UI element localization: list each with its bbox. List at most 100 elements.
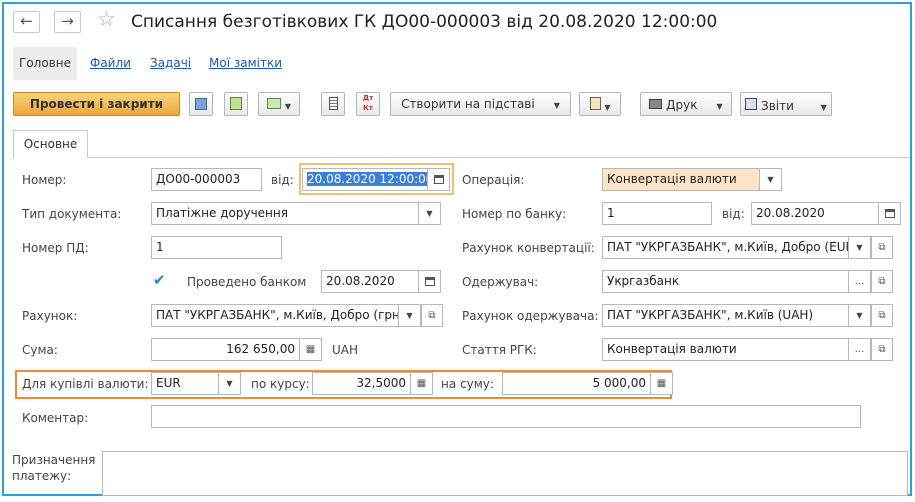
more-icon: ... <box>854 276 865 287</box>
post-close-button[interactable]: Провести і закрити <box>13 92 180 116</box>
more-icon: ... <box>854 344 865 355</box>
chevron-down-icon: ▼ <box>406 311 413 320</box>
paid-date-field[interactable]: 20.08.2020 <box>321 270 419 293</box>
amount-label: на суму: <box>441 377 494 391</box>
dt-kt-button[interactable]: Дт Кт <box>356 92 380 116</box>
tab-main[interactable]: Головне <box>13 47 77 80</box>
post-button[interactable] <box>224 92 248 116</box>
chevron-down-icon: ▼ <box>553 101 560 110</box>
paid-checkbox[interactable]: ✔ <box>153 273 168 288</box>
chevron-down-icon: ▼ <box>226 379 233 388</box>
operation-dropdown[interactable]: ▼ <box>760 168 782 191</box>
date-field[interactable]: 20.08.2020 12:00:00 <box>302 168 428 191</box>
comment-field[interactable] <box>151 405 861 428</box>
post-doc-icon <box>230 97 242 110</box>
forward-button[interactable]: → <box>54 11 81 33</box>
conv-account-open[interactable]: ⧉ <box>871 236 893 259</box>
open-icon: ⧉ <box>878 276 886 287</box>
calendar-icon <box>433 175 444 184</box>
number-label: Номер: <box>22 173 67 187</box>
calculator-icon: ▦ <box>305 344 316 355</box>
account-dropdown[interactable]: ▼ <box>399 304 421 327</box>
recipient-account-label: Рахунок одержувача: <box>462 309 599 323</box>
tab-files[interactable]: Файли <box>90 56 131 70</box>
bank-number-label: Номер по банку: <box>462 207 567 221</box>
chevron-down-icon: ▼ <box>284 102 291 111</box>
rgk-select-button[interactable]: ... <box>849 338 871 361</box>
back-button[interactable]: ← <box>13 11 40 33</box>
amount-calculator[interactable]: ▦ <box>651 372 673 395</box>
arrow-left-icon: ← <box>20 12 33 30</box>
comment-label: Коментар: <box>22 411 89 425</box>
chevron-down-icon: ▼ <box>856 243 863 252</box>
favorite-star-icon[interactable]: ☆ <box>97 7 116 31</box>
recipient-account-field[interactable]: ПАТ "УКРГАЗБАНК", м.Київ (UAH) <box>602 304 849 327</box>
recipient-select-button[interactable]: ... <box>849 270 871 293</box>
bank-date-field[interactable]: 20.08.2020 <box>751 202 879 225</box>
rate-field[interactable]: 32,5000 <box>312 372 411 395</box>
conv-account-dropdown[interactable]: ▼ <box>849 236 871 259</box>
bank-date-picker[interactable] <box>879 202 901 225</box>
buy-currency-select[interactable]: EUR <box>151 372 219 395</box>
account-label: Рахунок: <box>22 309 78 323</box>
chevron-down-icon: ▼ <box>856 311 863 320</box>
open-icon: ⧉ <box>878 310 886 321</box>
list-icon <box>328 97 338 110</box>
recipient-account-dropdown[interactable]: ▼ <box>849 304 871 327</box>
reports-button[interactable]: Звіти ▼ <box>740 92 832 116</box>
chevron-down-icon: ▼ <box>716 102 723 111</box>
tab-divider <box>88 157 910 158</box>
tab-basic[interactable]: Основне <box>13 130 88 158</box>
account-open[interactable]: ⧉ <box>421 304 443 327</box>
pd-label: Номер ПД: <box>22 241 89 255</box>
sum-field[interactable]: 162 650,00 <box>151 338 300 361</box>
recipient-open[interactable]: ⧉ <box>871 270 893 293</box>
recipient-label: Одержувач: <box>462 275 539 289</box>
operation-select[interactable]: Конвертація валюти <box>602 168 760 191</box>
sum-label: Сума: <box>22 343 58 357</box>
conv-account-field[interactable]: ПАТ "УКРГАЗБАНК", м.Київ, Добро (EUR) <box>602 236 849 259</box>
rate-calculator[interactable]: ▦ <box>411 372 433 395</box>
currency-label: UAH <box>332 343 359 357</box>
open-icon: ⧉ <box>428 310 436 321</box>
buy-currency-label: Для купівлі валюти: <box>22 377 149 391</box>
print-button[interactable]: Друк ▼ <box>640 92 732 116</box>
tab-tasks[interactable]: Задачі <box>150 56 191 70</box>
date-picker-button[interactable] <box>428 168 450 191</box>
pd-field[interactable]: 1 <box>151 236 282 259</box>
doctype-dropdown[interactable]: ▼ <box>419 202 441 225</box>
calendar-icon <box>884 209 895 218</box>
page-title: Списання безготівкових ГК ДО00-000003 ві… <box>131 12 718 32</box>
calculator-icon: ▦ <box>416 378 427 389</box>
rate-label: по курсу: <box>251 377 310 391</box>
chevron-down-icon: ▼ <box>820 103 827 112</box>
rgk-open[interactable]: ⧉ <box>871 338 893 361</box>
reports-icon <box>745 98 758 110</box>
attachments-button[interactable]: ▼ <box>579 92 621 116</box>
conv-account-label: Рахунок конвертації: <box>462 241 595 255</box>
purpose-textarea[interactable] <box>102 451 908 496</box>
recipient-field[interactable]: Укргазбанк <box>602 270 849 293</box>
number-field[interactable]: ДО00-000003 <box>151 168 262 191</box>
open-icon: ⧉ <box>878 344 886 355</box>
chevron-down-icon: ▼ <box>767 175 774 184</box>
purpose-label-line1: Призначення <box>12 453 96 467</box>
paid-date-picker[interactable] <box>419 270 441 293</box>
recipient-account-open[interactable]: ⧉ <box>871 304 893 327</box>
sum-calculator[interactable]: ▦ <box>300 338 322 361</box>
save-button[interactable] <box>189 92 213 116</box>
amount-field[interactable]: 5 000,00 <box>502 372 651 395</box>
tab-notes[interactable]: Мої замітки <box>209 56 282 70</box>
rgk-field[interactable]: Конвертація валюти <box>602 338 849 361</box>
structure-button[interactable]: ▼ <box>258 92 300 116</box>
create-based-button[interactable]: Створити на підставі ▼ <box>390 92 571 116</box>
doctype-label: Тип документа: <box>22 207 122 221</box>
doctype-select[interactable]: Платіжне доручення <box>151 202 419 225</box>
paid-label: Проведено банком <box>187 275 307 289</box>
arrow-right-icon: → <box>61 12 74 30</box>
bank-number-field[interactable]: 1 <box>602 202 712 225</box>
list-button[interactable] <box>321 92 345 116</box>
date-from-label: від: <box>271 173 294 187</box>
buy-currency-dropdown[interactable]: ▼ <box>219 372 241 395</box>
account-field[interactable]: ПАТ "УКРГАЗБАНК", м.Київ, Добро (грн) <box>151 304 399 327</box>
